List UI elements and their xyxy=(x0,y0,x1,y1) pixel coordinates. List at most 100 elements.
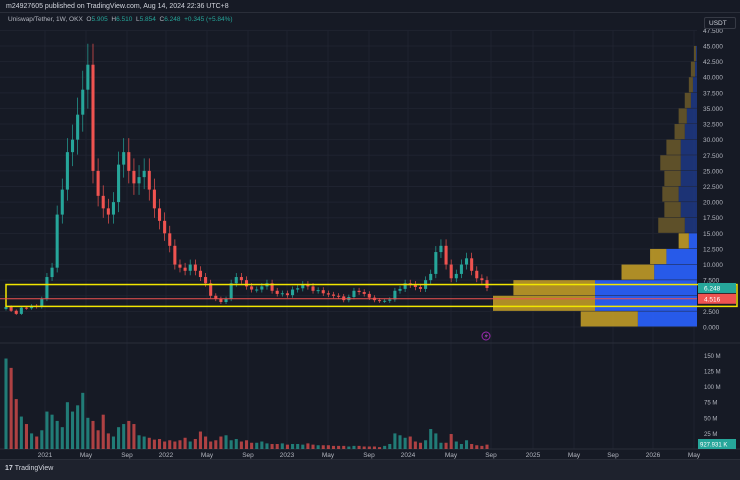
poc-price-label: 4.516 xyxy=(704,296,721,303)
candle-body xyxy=(117,164,121,203)
candle-body xyxy=(275,290,279,294)
volume-bar xyxy=(326,445,330,449)
candle-body xyxy=(224,298,228,303)
volume-tick-label: 50 M xyxy=(704,416,717,422)
volume-profile-down-bar xyxy=(660,155,681,171)
volume-bar xyxy=(81,392,85,449)
candle-body xyxy=(147,170,151,190)
price-tick-label: 35.000 xyxy=(703,106,723,113)
price-tick-label: 27.500 xyxy=(703,153,723,160)
volume-bar xyxy=(219,436,223,449)
candle-body xyxy=(168,233,172,246)
price-tick-label: 22.500 xyxy=(703,184,723,191)
candle-body xyxy=(470,258,474,271)
volume-profile-down-bar xyxy=(678,233,689,249)
time-tick-label: 2024 xyxy=(401,452,416,459)
volume-bar xyxy=(163,441,167,449)
volume-bar xyxy=(459,444,463,449)
volume-bar xyxy=(449,434,453,449)
volume-bar xyxy=(198,431,202,449)
volume-bar xyxy=(301,444,305,449)
volume-bar xyxy=(55,420,59,449)
time-tick-label: 2023 xyxy=(280,452,295,459)
volume-bar xyxy=(229,440,233,449)
volume-bar xyxy=(70,411,75,449)
volume-profile-up-bar xyxy=(686,108,697,124)
current-price-label: 6.248 xyxy=(704,285,721,292)
volume-bar xyxy=(367,446,371,449)
candle-body xyxy=(111,202,115,215)
volume-tick-label: 100 M xyxy=(704,385,721,391)
volume-profile-up-bar xyxy=(684,124,697,140)
candle-body xyxy=(393,290,397,300)
candle-body xyxy=(173,245,177,265)
volume-bar xyxy=(342,445,346,449)
volume-bar xyxy=(117,427,121,449)
volume-profile-up-bar xyxy=(690,92,697,108)
candle-body xyxy=(291,289,295,296)
volume-bar xyxy=(86,417,90,449)
volume-bar xyxy=(24,424,29,449)
time-tick-label: May xyxy=(688,452,701,459)
volume-profile-up-bar xyxy=(666,248,697,265)
candle-body xyxy=(4,307,8,310)
volume-profile-down-bar xyxy=(621,264,655,280)
currency-unit-button[interactable]: USDT xyxy=(704,17,736,29)
volume-bar xyxy=(183,437,187,449)
volume-bar xyxy=(372,446,376,449)
candle-body xyxy=(342,296,346,301)
volume-bar xyxy=(250,442,254,449)
volume-bar xyxy=(173,441,177,449)
time-tick-label: 2026 xyxy=(646,452,661,459)
time-tick-label: 2021 xyxy=(38,452,53,459)
volume-bar xyxy=(40,430,44,449)
time-tick-label: 2025 xyxy=(526,452,541,459)
volume-bar xyxy=(383,445,387,449)
candle-body xyxy=(352,290,356,298)
candle-body xyxy=(204,277,208,284)
candle-body xyxy=(331,294,336,296)
volume-bar xyxy=(454,441,458,449)
candle-body xyxy=(250,286,254,290)
volume-bar xyxy=(311,444,315,449)
candle-body xyxy=(296,288,300,290)
candle-body xyxy=(326,293,330,295)
candle-body xyxy=(260,286,264,290)
price-tick-label: 25.000 xyxy=(703,168,723,175)
candle-body xyxy=(81,89,85,115)
volume-bar xyxy=(157,439,162,449)
time-tick-label: 2022 xyxy=(159,452,174,459)
volume-bar xyxy=(255,442,259,449)
price-chart[interactable]: 0.0002.5005.0007.50010.00012.50015.00017… xyxy=(0,0,740,460)
volume-bar xyxy=(9,367,13,449)
price-tick-label: 12.500 xyxy=(703,246,723,253)
candle-body xyxy=(337,295,341,297)
tradingview-logo[interactable]: 17 TradingView xyxy=(5,465,53,472)
price-tick-label: 10.000 xyxy=(703,262,723,269)
candle-body xyxy=(70,139,75,153)
volume-profile-up-bar xyxy=(680,202,697,218)
candle-body xyxy=(24,307,29,309)
volume-bar xyxy=(316,445,320,449)
candle-body xyxy=(106,208,110,215)
volume-bar xyxy=(101,414,105,449)
candle-body xyxy=(316,290,320,292)
candle-body xyxy=(122,152,126,165)
volume-bar xyxy=(424,440,428,449)
volume-profile-down-bar xyxy=(650,248,667,265)
volume-bar xyxy=(14,399,18,449)
candle-body xyxy=(137,177,141,184)
volume-profile-down-bar xyxy=(493,295,595,311)
volume-tick-label: 150 M xyxy=(704,354,721,360)
candle-body xyxy=(418,287,423,289)
volume-bar xyxy=(214,440,218,449)
volume-profile-down-bar xyxy=(513,280,595,296)
volume-bar xyxy=(470,444,474,449)
volume-bar xyxy=(239,441,243,449)
volume-profile-down-bar xyxy=(684,92,691,108)
volume-bar xyxy=(270,444,274,449)
volume-bar xyxy=(19,416,23,449)
volume-bar xyxy=(127,420,131,449)
candle-body xyxy=(152,189,156,209)
candle-body xyxy=(45,277,49,299)
